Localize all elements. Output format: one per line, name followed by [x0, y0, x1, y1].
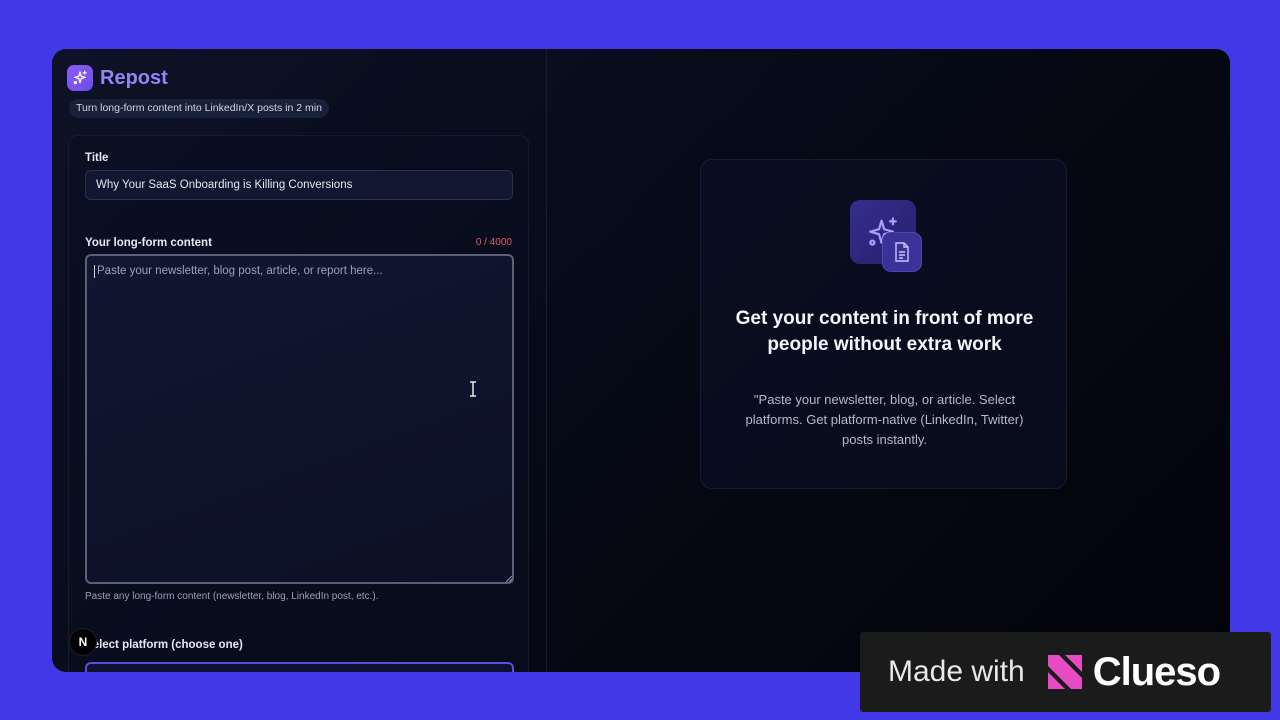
- n-badge[interactable]: N: [70, 629, 96, 655]
- tagline-badge: Turn long-form content into LinkedIn/X p…: [69, 99, 329, 118]
- clueso-logo-icon: [1047, 655, 1082, 689]
- title-input[interactable]: [85, 170, 513, 200]
- sparkle-logo-icon: [67, 65, 93, 91]
- content-form: Title Your long-form content 0 / 4000 Pa…: [68, 135, 529, 672]
- platform-select[interactable]: [85, 662, 514, 672]
- brand[interactable]: Repost: [67, 65, 168, 91]
- text-caret: [94, 265, 95, 278]
- app-name: Repost: [100, 66, 168, 89]
- app-window: Repost Turn long-form content into Linke…: [52, 49, 1230, 672]
- empty-state-illustration: [850, 200, 924, 274]
- content-hint: Paste any long-form content (newsletter,…: [85, 591, 379, 602]
- preview-panel: Get your content in front of more people…: [547, 49, 1230, 672]
- resize-grip-icon[interactable]: [505, 575, 513, 583]
- watermark-brand: Clueso: [1092, 649, 1221, 694]
- content-label: Your long-form content: [85, 237, 212, 249]
- content-textarea[interactable]: [85, 254, 514, 584]
- clueso-watermark: Made with Clueso: [860, 632, 1271, 712]
- character-counter: 0 / 4000: [475, 237, 512, 248]
- empty-state-card: Get your content in front of more people…: [700, 159, 1067, 489]
- empty-state-description: "Paste your newsletter, blog, or article…: [745, 392, 1024, 447]
- text-cursor-icon: [470, 381, 476, 397]
- platform-label: Select platform (choose one): [85, 639, 243, 651]
- editor-panel: Repost Turn long-form content into Linke…: [52, 49, 547, 672]
- document-icon: [895, 242, 909, 262]
- watermark-prefix: Made with: [888, 655, 1025, 688]
- title-label: Title: [85, 152, 109, 164]
- document-tile: [882, 232, 922, 272]
- empty-state-title: Get your content in front of more people…: [735, 308, 1034, 355]
